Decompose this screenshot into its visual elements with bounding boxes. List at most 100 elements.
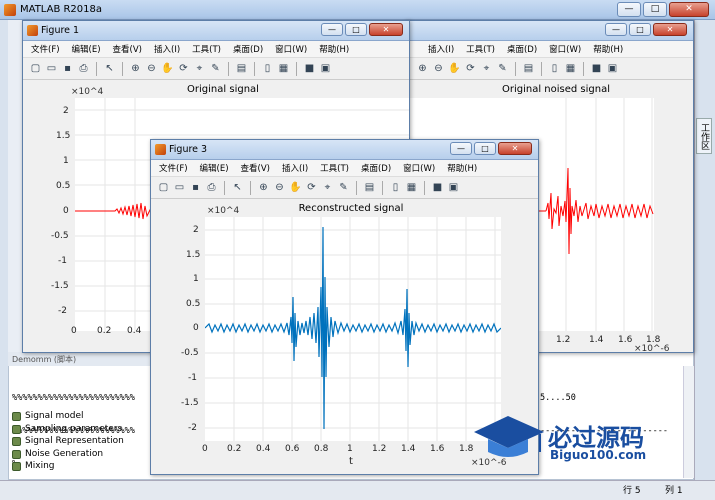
menu-insert[interactable]: 插入(I) xyxy=(282,162,308,174)
hide-axes-icon[interactable]: ■ xyxy=(431,181,444,194)
rotate-icon[interactable]: ⟳ xyxy=(177,62,190,75)
legend-icon[interactable]: ▦ xyxy=(277,62,290,75)
menu-desktop[interactable]: 桌面(D) xyxy=(361,162,391,174)
select-arrow-icon[interactable]: ↖ xyxy=(103,62,116,75)
toolbar-separator xyxy=(122,61,123,76)
colorbar-icon[interactable]: ▯ xyxy=(261,62,274,75)
data-cursor-icon[interactable]: ⌖ xyxy=(193,62,206,75)
open-folder-icon[interactable]: ▭ xyxy=(173,181,186,194)
print-icon[interactable]: ⎙ xyxy=(205,181,218,194)
menu-desktop[interactable]: 桌面(D) xyxy=(507,43,537,55)
maximize-button[interactable]: □ xyxy=(629,23,651,36)
toolbar-separator xyxy=(356,180,357,195)
brush-icon[interactable]: ✎ xyxy=(496,62,509,75)
tree-item-label: Sampling parameters xyxy=(25,424,123,434)
minimize-button[interactable]: — xyxy=(321,23,343,36)
menu-window[interactable]: 窗口(W) xyxy=(403,162,435,174)
menu-window[interactable]: 窗口(W) xyxy=(549,43,581,55)
rotate-icon[interactable]: ⟳ xyxy=(464,62,477,75)
menu-view[interactable]: 查看(V) xyxy=(241,162,270,174)
data-cursor-icon[interactable]: ⌖ xyxy=(321,181,334,194)
close-button[interactable]: ✕ xyxy=(498,142,532,155)
link-plot-icon[interactable]: ▤ xyxy=(363,181,376,194)
menu-help[interactable]: 帮助(H) xyxy=(593,43,623,55)
y-tick-label: -1 xyxy=(188,373,197,383)
menu-file[interactable]: 文件(F) xyxy=(31,43,60,55)
menu-edit[interactable]: 编辑(E) xyxy=(72,43,101,55)
colorbar-icon[interactable]: ▯ xyxy=(548,62,561,75)
legend-icon[interactable]: ▦ xyxy=(564,62,577,75)
zoom-out-icon[interactable]: ⊖ xyxy=(273,181,286,194)
menu-desktop[interactable]: 桌面(D) xyxy=(233,43,263,55)
colorbar-icon[interactable]: ▯ xyxy=(389,181,402,194)
link-plot-icon[interactable]: ▤ xyxy=(522,62,535,75)
minimize-button[interactable]: — xyxy=(450,142,472,155)
toolbar-separator xyxy=(296,61,297,76)
new-file-icon[interactable]: ▢ xyxy=(29,62,42,75)
maximize-button[interactable]: □ xyxy=(474,142,496,155)
show-axes-icon[interactable]: ▣ xyxy=(319,62,332,75)
save-icon[interactable]: ▪ xyxy=(61,62,74,75)
close-button[interactable]: ✕ xyxy=(369,23,403,36)
section-icon xyxy=(12,449,21,459)
maximize-button[interactable]: □ xyxy=(345,23,367,36)
section-icon xyxy=(12,436,21,446)
menu-view[interactable]: 查看(V) xyxy=(113,43,142,55)
tree-item-signal-representation[interactable]: Signal Representation xyxy=(12,435,124,447)
print-icon[interactable]: ⎙ xyxy=(77,62,90,75)
figure-3-plot[interactable] xyxy=(204,217,502,441)
pan-icon[interactable]: ✋ xyxy=(161,62,174,75)
show-axes-icon[interactable]: ▣ xyxy=(447,181,460,194)
workspace-tab[interactable]: 工作区 xyxy=(696,118,712,154)
link-plot-icon[interactable]: ▤ xyxy=(235,62,248,75)
menu-insert[interactable]: 插入(I) xyxy=(428,43,454,55)
menu-file[interactable]: 文件(F) xyxy=(159,162,188,174)
brush-icon[interactable]: ✎ xyxy=(209,62,222,75)
tree-item-signal-model[interactable]: Signal model xyxy=(12,410,84,422)
y-tick-label: -1.5 xyxy=(181,398,199,408)
data-cursor-icon[interactable]: ⌖ xyxy=(480,62,493,75)
menu-tools[interactable]: 工具(T) xyxy=(192,43,221,55)
figure-icon xyxy=(27,25,38,36)
close-button[interactable]: ✕ xyxy=(653,23,687,36)
zoom-out-icon[interactable]: ⊖ xyxy=(432,62,445,75)
open-folder-icon[interactable]: ▭ xyxy=(45,62,58,75)
save-icon[interactable]: ▪ xyxy=(189,181,202,194)
zoom-out-icon[interactable]: ⊖ xyxy=(145,62,158,75)
menu-edit[interactable]: 编辑(E) xyxy=(200,162,229,174)
tree-item-mixing[interactable]: Mixing xyxy=(12,460,55,472)
vertical-scrollbar[interactable] xyxy=(683,366,694,478)
toolbar-separator xyxy=(254,61,255,76)
minimize-button[interactable]: — xyxy=(605,23,627,36)
y-tick-label: 0 xyxy=(193,323,199,333)
zoom-in-icon[interactable]: ⊕ xyxy=(416,62,429,75)
rotate-icon[interactable]: ⟳ xyxy=(305,181,318,194)
hide-axes-icon[interactable]: ■ xyxy=(303,62,316,75)
watermark: 必过源码 Biguo100.com xyxy=(470,410,680,465)
hide-axes-icon[interactable]: ■ xyxy=(590,62,603,75)
tree-item-sampling-parameters[interactable]: Sampling parameters xyxy=(12,423,122,435)
tree-item-noise-generation[interactable]: Noise Generation xyxy=(12,448,103,460)
select-arrow-icon[interactable]: ↖ xyxy=(231,181,244,194)
close-button[interactable]: ✕ xyxy=(669,2,709,17)
maximize-button[interactable]: □ xyxy=(643,2,667,17)
toolbar-separator xyxy=(583,61,584,76)
menu-help[interactable]: 帮助(H) xyxy=(319,43,349,55)
minimize-button[interactable]: — xyxy=(617,2,641,17)
show-axes-icon[interactable]: ▣ xyxy=(606,62,619,75)
pan-icon[interactable]: ✋ xyxy=(448,62,461,75)
x-tick-label: 0.2 xyxy=(227,444,242,454)
menu-tools[interactable]: 工具(T) xyxy=(320,162,349,174)
new-file-icon[interactable]: ▢ xyxy=(157,181,170,194)
menu-help[interactable]: 帮助(H) xyxy=(447,162,477,174)
legend-icon[interactable]: ▦ xyxy=(405,181,418,194)
pan-icon[interactable]: ✋ xyxy=(289,181,302,194)
menu-tools[interactable]: 工具(T) xyxy=(466,43,495,55)
y-tick-label: 1 xyxy=(63,156,69,166)
zoom-in-icon[interactable]: ⊕ xyxy=(129,62,142,75)
figure-2-menubar: 插入(I) 工具(T) 桌面(D) 窗口(W) 帮助(H) xyxy=(406,41,693,58)
menu-window[interactable]: 窗口(W) xyxy=(275,43,307,55)
menu-insert[interactable]: 插入(I) xyxy=(154,43,180,55)
zoom-in-icon[interactable]: ⊕ xyxy=(257,181,270,194)
brush-icon[interactable]: ✎ xyxy=(337,181,350,194)
